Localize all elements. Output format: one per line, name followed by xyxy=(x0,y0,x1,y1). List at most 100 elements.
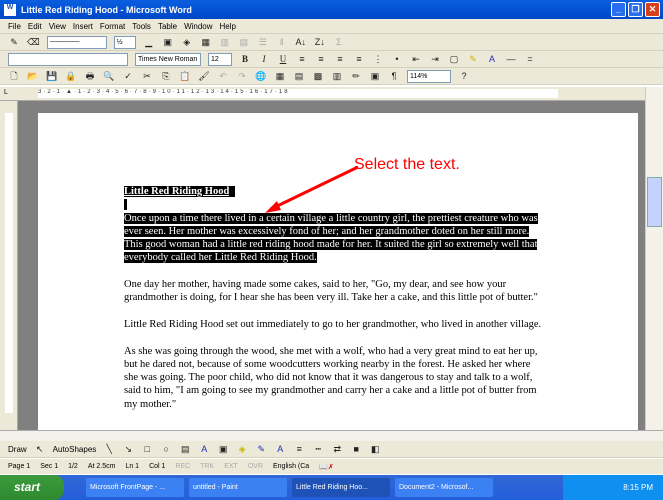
zoom-select[interactable]: 114% xyxy=(407,69,451,83)
line-weight-select[interactable]: ½ xyxy=(113,35,136,49)
arrow-style-icon[interactable]: ⇄ xyxy=(331,443,343,456)
font-select[interactable]: Times New Roman xyxy=(135,52,201,66)
menu-view[interactable]: View xyxy=(49,22,66,31)
help-icon[interactable]: ? xyxy=(458,70,470,83)
tab-selector[interactable]: L xyxy=(4,89,8,96)
status-rec[interactable]: REC xyxy=(175,463,190,470)
shadow-icon[interactable]: ■ xyxy=(350,443,362,456)
paste-icon[interactable]: 📋 xyxy=(179,70,191,83)
hyperlink-icon[interactable]: 🌐 xyxy=(255,70,267,83)
select-objects-icon[interactable]: ↖ xyxy=(34,443,46,456)
increase-indent-icon[interactable]: ⇥ xyxy=(429,53,441,66)
redo-icon[interactable]: ↷ xyxy=(236,70,248,83)
merge-cells-icon[interactable]: ▥ xyxy=(219,36,231,49)
menu-file[interactable]: File xyxy=(8,22,21,31)
arrow-tool-icon[interactable]: ↘ xyxy=(122,443,134,456)
new-icon[interactable]: 🗋 xyxy=(8,70,20,83)
align-center-icon[interactable]: ≡ xyxy=(315,53,327,66)
close-button[interactable]: ✕ xyxy=(645,2,660,17)
copy-icon[interactable]: ⎘ xyxy=(160,70,172,83)
bold-button[interactable]: B xyxy=(239,53,251,66)
menu-tools[interactable]: Tools xyxy=(132,22,151,31)
format-painter-icon[interactable]: 🖌 xyxy=(198,70,210,83)
bullets-icon[interactable]: • xyxy=(391,53,403,66)
border-color-icon[interactable]: ▁ xyxy=(143,36,155,49)
line-icon[interactable]: — xyxy=(505,53,517,66)
style-select[interactable] xyxy=(8,52,128,66)
menu-insert[interactable]: Insert xyxy=(73,22,93,31)
draw-table-icon[interactable]: ✎ xyxy=(8,36,20,49)
eraser-icon[interactable]: ⌫ xyxy=(27,36,40,49)
menu-format[interactable]: Format xyxy=(100,22,125,31)
menu-window[interactable]: Window xyxy=(184,22,212,31)
fill-color-icon[interactable]: ◈ xyxy=(236,443,248,456)
autosum-icon[interactable]: Σ xyxy=(333,36,345,49)
wordart-icon[interactable]: A xyxy=(198,443,210,456)
restore-button[interactable]: ❐ xyxy=(628,2,643,17)
scroll-thumb[interactable] xyxy=(647,177,662,227)
numbering-icon[interactable]: ⋮ xyxy=(372,53,384,66)
show-hide-icon[interactable]: ¶ xyxy=(388,70,400,83)
borders-icon[interactable]: ▣ xyxy=(162,36,174,49)
task-frontpage[interactable]: Microsoft FrontPage - ... xyxy=(86,478,184,497)
insert-table-icon[interactable]: ▦ xyxy=(200,36,212,49)
cut-icon[interactable]: ✂ xyxy=(141,70,153,83)
3d-icon[interactable]: ◧ xyxy=(369,443,381,456)
menu-table[interactable]: Table xyxy=(158,22,177,31)
save-icon[interactable]: 💾 xyxy=(46,70,58,83)
print-icon[interactable]: 🖶 xyxy=(84,70,96,83)
status-trk[interactable]: TRK xyxy=(200,463,214,470)
highlight-icon[interactable]: ✎ xyxy=(467,53,479,66)
document-map-icon[interactable]: ▣ xyxy=(369,70,381,83)
columns-icon[interactable]: ▥ xyxy=(331,70,343,83)
undo-icon[interactable]: ↶ xyxy=(217,70,229,83)
spelling-status-icon[interactable]: 📖✗ xyxy=(319,463,334,471)
print-preview-icon[interactable]: 🔍 xyxy=(103,70,115,83)
insert-excel-icon[interactable]: ▩ xyxy=(312,70,324,83)
oval-icon[interactable]: ○ xyxy=(160,443,172,456)
line-style-select[interactable]: ────── xyxy=(46,35,107,49)
open-icon[interactable]: 📂 xyxy=(27,70,39,83)
horizontal-ruler[interactable]: L 3·2·1·▲·1·2·3·4·5·6·7·8·9·10·11·12·13·… xyxy=(0,87,663,101)
document-page[interactable]: Select the text. Little Red Riding Hood … xyxy=(38,113,638,430)
sort-descending-icon[interactable]: Z↓ xyxy=(314,36,326,49)
sort-ascending-icon[interactable]: A↓ xyxy=(295,36,307,49)
task-document2[interactable]: Document2 - Microsof... xyxy=(395,478,493,497)
autoshapes-button[interactable]: AutoShapes xyxy=(53,445,97,454)
line-tool-icon[interactable]: ╲ xyxy=(103,443,115,456)
minimize-button[interactable]: _ xyxy=(611,2,626,17)
task-word-lrrh[interactable]: Little Red Riding Hoo... xyxy=(292,478,390,497)
rectangle-icon[interactable]: □ xyxy=(141,443,153,456)
align-icon[interactable]: ☰ xyxy=(257,36,269,49)
shading-icon[interactable]: ◈ xyxy=(181,36,193,49)
outside-border-icon[interactable]: ▢ xyxy=(448,53,460,66)
underline-button[interactable]: U xyxy=(277,53,289,66)
insert-table-icon-2[interactable]: ▤ xyxy=(293,70,305,83)
permission-icon[interactable]: 🔒 xyxy=(65,70,77,83)
font-color-draw-icon[interactable]: A xyxy=(274,443,286,456)
split-cells-icon[interactable]: ▤ xyxy=(238,36,250,49)
dash-style-icon[interactable]: ┅ xyxy=(312,443,324,456)
align-right-icon[interactable]: ≡ xyxy=(334,53,346,66)
justify-icon[interactable]: ≡ xyxy=(353,53,365,66)
clipart-icon[interactable]: ▣ xyxy=(217,443,229,456)
italic-button[interactable]: I xyxy=(258,53,270,66)
textbox-icon[interactable]: ▤ xyxy=(179,443,191,456)
menu-help[interactable]: Help xyxy=(220,22,236,31)
double-line-icon[interactable]: = xyxy=(524,53,536,66)
line-color-icon[interactable]: ✎ xyxy=(255,443,267,456)
distribute-rows-icon[interactable]: ‖ xyxy=(276,36,288,49)
tables-borders-icon[interactable]: ▦ xyxy=(274,70,286,83)
task-paint[interactable]: untitled - Paint xyxy=(189,478,287,497)
drawing-icon[interactable]: ✏ xyxy=(350,70,362,83)
decrease-indent-icon[interactable]: ⇤ xyxy=(410,53,422,66)
font-color-icon[interactable]: A xyxy=(486,53,498,66)
draw-menu-button[interactable]: Draw xyxy=(8,445,27,454)
menu-edit[interactable]: Edit xyxy=(28,22,42,31)
align-left-icon[interactable]: ≡ xyxy=(296,53,308,66)
line-style-icon[interactable]: ≡ xyxy=(293,443,305,456)
document-text[interactable]: Little Red Riding Hood Once upon a time … xyxy=(124,185,544,424)
status-ext[interactable]: EXT xyxy=(224,463,238,470)
font-size-select[interactable]: 12 xyxy=(208,52,232,66)
start-button[interactable]: start xyxy=(0,475,64,500)
